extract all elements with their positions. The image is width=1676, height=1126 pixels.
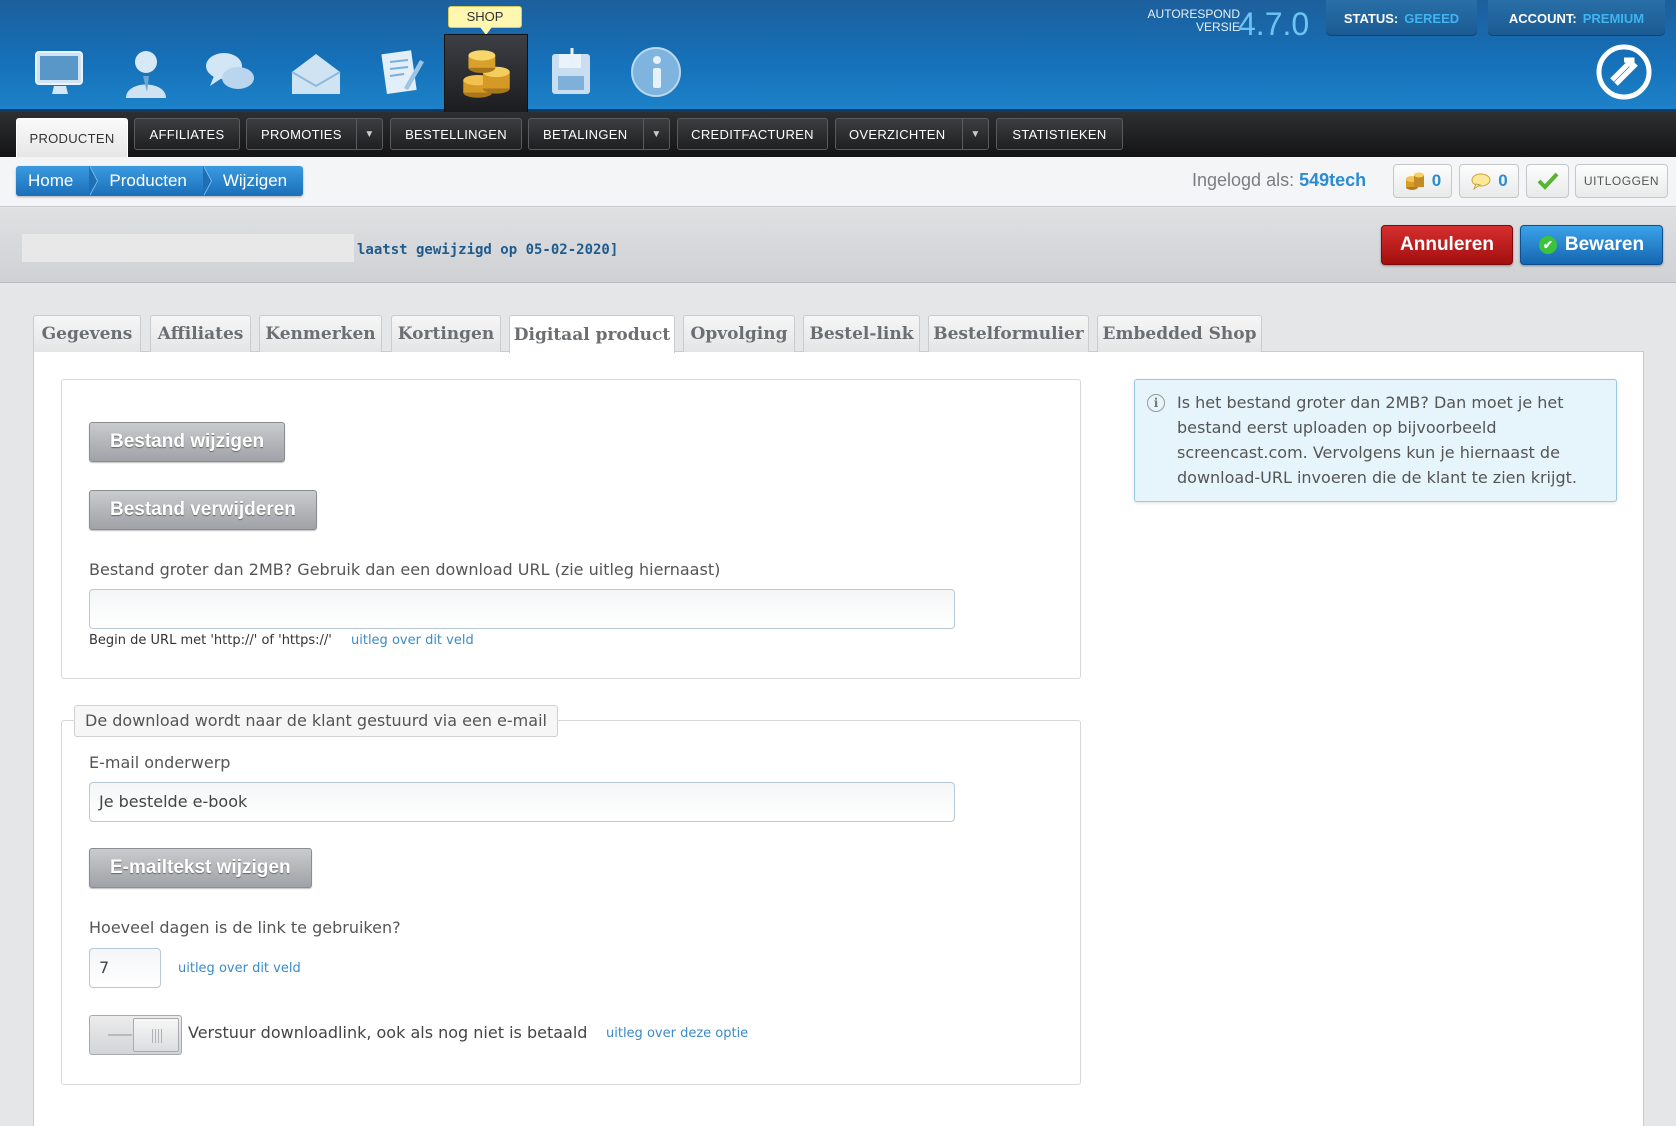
last-modified-text: laatst gewijzigd op 05-02-2020] xyxy=(357,242,619,258)
url-help-link[interactable]: uitleg over dit veld xyxy=(351,633,474,648)
account-label: ACCOUNT: xyxy=(1508,10,1577,26)
chevron-down-icon[interactable]: ▼ xyxy=(643,119,669,149)
tab-opvolging[interactable]: Opvolging xyxy=(683,315,795,352)
nav-promoties[interactable]: PROMOTIES ▼ xyxy=(246,118,383,150)
cancel-label: Annuleren xyxy=(1400,234,1494,255)
send-unpaid-label: Verstuur downloadlink, ook als nog niet … xyxy=(188,1023,588,1042)
edit-email-text-button[interactable]: E-mailtekst wijzigen xyxy=(89,848,312,888)
version-number: 4.7.0 xyxy=(1238,6,1310,42)
chat-icon[interactable] xyxy=(196,38,264,106)
breadcrumb-wijzigen[interactable]: Wijzigen xyxy=(203,166,303,196)
email-subject-input[interactable]: Je bestelde e-book xyxy=(89,782,955,822)
tab-bestel-link[interactable]: Bestel-link xyxy=(803,315,920,352)
nav-label: BETALINGEN xyxy=(543,126,628,142)
nav-overzichten[interactable]: OVERZICHTEN ▼ xyxy=(835,118,989,150)
download-url-input[interactable] xyxy=(89,589,955,629)
breadcrumb-producten[interactable]: Producten xyxy=(89,166,212,196)
check-icon: ✔ xyxy=(1538,236,1557,254)
save-button[interactable]: ✔ Bewaren xyxy=(1520,225,1663,265)
nav-label: STATISTIEKEN xyxy=(1012,126,1107,142)
account-value: PREMIUM xyxy=(1582,10,1645,26)
status-badge: STATUS: GEREED xyxy=(1326,0,1477,36)
nav-affiliates[interactable]: AFFILIATES xyxy=(134,118,240,150)
shop-tooltip: SHOP xyxy=(448,6,522,35)
shop-menu-tile[interactable] xyxy=(444,34,528,114)
save-disk-icon[interactable] xyxy=(538,38,606,106)
coins-count: 0 xyxy=(1431,171,1442,190)
speech-bubble-icon xyxy=(1471,173,1491,191)
coins-button[interactable]: 0 xyxy=(1393,164,1452,198)
toggle-knob[interactable] xyxy=(133,1018,179,1052)
autorespond-logo[interactable] xyxy=(1596,44,1652,100)
approve-button[interactable] xyxy=(1526,164,1569,198)
status-label: STATUS: xyxy=(1343,10,1399,26)
checkmark-icon xyxy=(1537,172,1558,190)
cancel-button[interactable]: Annuleren xyxy=(1381,225,1513,265)
version-label-version: VERSIE xyxy=(1195,20,1240,34)
nav-label: AFFILIATES xyxy=(149,126,225,142)
delete-file-button[interactable]: Bestand verwijderen xyxy=(89,490,317,530)
chevron-down-icon[interactable]: ▼ xyxy=(962,119,988,149)
username[interactable]: 549tech xyxy=(1299,170,1366,190)
nav-statistieken[interactable]: STATISTIEKEN xyxy=(996,118,1123,150)
nav-label: PROMOTIES xyxy=(261,126,342,142)
grip-icon xyxy=(152,1029,162,1043)
version-info: AUTORESPOND VERSIE 4.7.0 xyxy=(1136,6,1312,42)
document-edit-icon[interactable] xyxy=(366,38,434,106)
tab-bestelformulier[interactable]: Bestelformulier xyxy=(928,315,1089,352)
tab-kenmerken[interactable]: Kenmerken xyxy=(259,315,382,352)
user-icon[interactable] xyxy=(112,38,180,106)
info-icon[interactable] xyxy=(622,38,690,106)
coins-icon xyxy=(463,50,510,98)
nav-label: CREDITFACTUREN xyxy=(691,126,814,142)
email-section-legend: De download wordt naar de klant gestuurd… xyxy=(74,705,558,737)
nav-label: OVERZICHTEN xyxy=(849,126,946,142)
main-navigation: PRODUCTEN AFFILIATES PROMOTIES ▼ BESTELL… xyxy=(0,112,1676,158)
monitor-icon[interactable] xyxy=(26,38,94,106)
breadcrumb-home[interactable]: Home xyxy=(16,166,99,196)
toggle-track xyxy=(108,1034,132,1036)
link-days-input[interactable]: 7 xyxy=(89,948,161,988)
logged-in-info: Ingelogd als: 549tech xyxy=(1192,170,1366,191)
status-value: GEREED xyxy=(1404,10,1460,26)
messages-button[interactable]: 0 xyxy=(1459,164,1519,198)
nav-betalingen[interactable]: BETALINGEN ▼ xyxy=(528,118,670,150)
nav-label: PRODUCTEN xyxy=(29,130,115,146)
nav-label: BESTELLINGEN xyxy=(405,126,507,142)
send-unpaid-toggle[interactable] xyxy=(89,1015,182,1055)
info-box: i Is het bestand groter dan 2MB? Dan moe… xyxy=(1134,379,1617,502)
account-badge: ACCOUNT: PREMIUM xyxy=(1488,0,1665,36)
days-help-link[interactable]: uitleg over dit veld xyxy=(178,961,301,976)
tab-embedded-shop[interactable]: Embedded Shop xyxy=(1097,315,1262,352)
breadcrumb: Home Producten Wijzigen xyxy=(16,166,304,196)
tab-kortingen[interactable]: Kortingen xyxy=(391,315,501,352)
logout-button[interactable]: UITLOGGEN xyxy=(1575,164,1668,198)
nav-bestellingen[interactable]: BESTELLINGEN xyxy=(390,118,522,150)
tab-affiliates[interactable]: Affiliates xyxy=(150,315,251,352)
change-file-button[interactable]: Bestand wijzigen xyxy=(89,422,286,462)
envelope-icon[interactable] xyxy=(282,38,350,106)
chevron-down-icon[interactable]: ▼ xyxy=(356,119,382,149)
info-text: Is het bestand groter dan 2MB? Dan moet … xyxy=(1177,393,1577,487)
send-unpaid-help-link[interactable]: uitleg over deze optie xyxy=(606,1026,748,1041)
url-field-label: Bestand groter dan 2MB? Gebruik dan een … xyxy=(89,560,721,579)
messages-count: 0 xyxy=(1498,171,1508,190)
tab-gegevens[interactable]: Gegevens xyxy=(33,315,141,352)
save-label: Bewaren xyxy=(1564,234,1645,255)
nav-creditfacturen[interactable]: CREDITFACTUREN xyxy=(677,118,828,150)
email-subject-label: E-mail onderwerp xyxy=(89,753,231,772)
link-days-label: Hoeveel dagen is de link te gebruiken? xyxy=(89,918,401,937)
nav-producten[interactable]: PRODUCTEN xyxy=(16,118,128,158)
tab-digitaal-product[interactable]: Digitaal product xyxy=(509,315,675,353)
url-hint: Begin de URL met 'http://' of 'https://' xyxy=(89,633,332,648)
top-banner: SHOP AUTORESPOND VERSIE 4.7.0 STATUS: GE… xyxy=(0,0,1676,114)
coins-icon xyxy=(1405,172,1424,190)
product-title-redacted xyxy=(22,234,354,262)
logged-in-label: Ingelogd als: xyxy=(1192,170,1295,190)
info-icon: i xyxy=(1147,394,1165,412)
